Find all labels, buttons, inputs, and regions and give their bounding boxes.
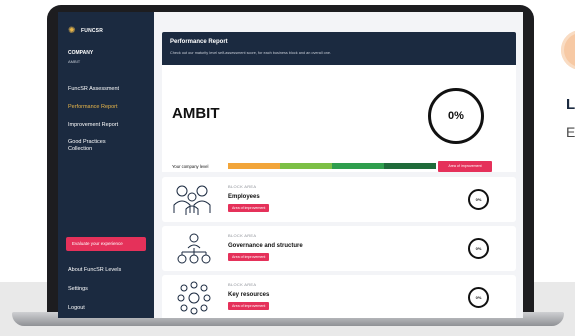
nav-funcsr-assessment[interactable]: FuncSR Assessment xyxy=(68,86,150,93)
area-of-improvement-button[interactable]: Area of improvement xyxy=(438,161,492,172)
block-tag[interactable]: Area of improvement xyxy=(228,253,270,261)
page-title: Performance Report xyxy=(170,39,228,45)
level-segment-1 xyxy=(228,163,280,169)
page-subtitle: Check out our maturity level self-assess… xyxy=(170,51,332,55)
evaluate-button[interactable]: Evaluate your experience xyxy=(66,237,146,251)
block-card-employees[interactable]: BLOCK AREA Employees Area of improvement… xyxy=(162,177,516,222)
governance-illustration-icon xyxy=(177,233,211,264)
block-area-label: BLOCK AREA xyxy=(228,233,257,238)
block-tag[interactable]: Area of improvement xyxy=(228,204,270,212)
nav-settings[interactable]: Settings xyxy=(68,286,150,293)
level-label: Your company level xyxy=(172,164,209,169)
brand-name: FUNCSR xyxy=(81,27,104,34)
company-label: COMPANY xyxy=(68,50,94,56)
nav-good-practices[interactable]: Good Practices Collection xyxy=(68,139,118,153)
peek-subtitle: E xyxy=(566,124,575,140)
block-area-label: BLOCK AREA xyxy=(228,282,257,287)
overall-score-ring: 0% xyxy=(428,88,484,144)
level-segment-4 xyxy=(384,163,436,169)
sidebar: ✺ FUNCSR COMPANY AMBIT FuncSR Assessment… xyxy=(58,12,154,318)
brand[interactable]: ✺ FUNCSR xyxy=(68,26,103,35)
block-name: Employees xyxy=(228,194,260,200)
employees-illustration-icon xyxy=(173,185,211,215)
level-segment-2 xyxy=(280,163,332,169)
block-card-governance[interactable]: BLOCK AREA Governance and structure Area… xyxy=(162,226,516,271)
laptop-screen: ✺ FUNCSR COMPANY AMBIT FuncSR Assessment… xyxy=(58,12,523,318)
key-resources-illustration-icon xyxy=(177,281,211,315)
block-area-label: BLOCK AREA xyxy=(228,184,257,189)
block-name: Key resources xyxy=(228,292,270,298)
level-segment-3 xyxy=(332,163,384,169)
sun-logo-icon: ✺ xyxy=(68,25,76,35)
block-score: 0% xyxy=(468,287,489,308)
overall-score: 0% xyxy=(448,110,464,122)
block-score: 0% xyxy=(468,238,489,259)
nav-improvement-report[interactable]: Improvement Report xyxy=(68,122,150,129)
summary-card: AMBIT 0% Your company level Area of impr… xyxy=(162,65,516,172)
block-score: 0% xyxy=(468,189,489,210)
nav-about-levels[interactable]: About FuncSR Levels xyxy=(68,267,150,274)
block-card-key-resources[interactable]: BLOCK AREA Key resources Area of improve… xyxy=(162,275,516,318)
stage: L E ✺ FUNCSR COMPANY AMBIT FuncSR Assess… xyxy=(0,0,575,336)
nav-logout[interactable]: Logout xyxy=(68,305,150,312)
nav-performance-report[interactable]: Performance Report xyxy=(68,104,150,111)
main-content: Performance Report Check out our maturit… xyxy=(154,12,523,318)
avatar-peek xyxy=(561,30,575,70)
company-title: AMBIT xyxy=(172,105,220,122)
block-name: Governance and structure xyxy=(228,243,303,249)
report-header: Performance Report Check out our maturit… xyxy=(162,32,516,65)
block-tag[interactable]: Area of improvement xyxy=(228,302,270,310)
peek-title: L xyxy=(566,96,575,113)
company-name: AMBIT xyxy=(68,59,81,64)
